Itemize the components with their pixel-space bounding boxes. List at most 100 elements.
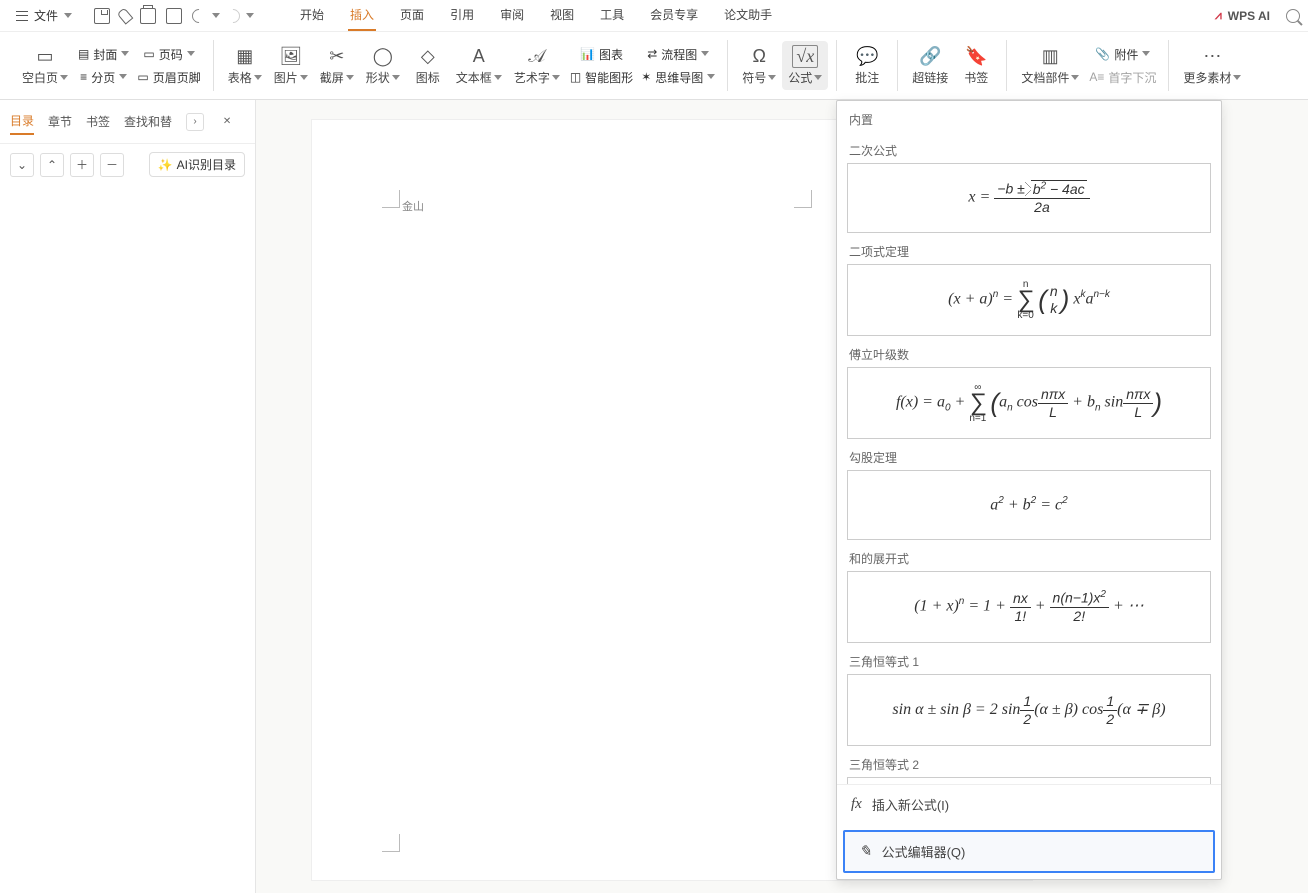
hyperlink-button[interactable]: 🔗超链接: [906, 41, 954, 90]
flowchart-button[interactable]: ⇄ 流程图: [637, 44, 719, 65]
tab-tools[interactable]: 工具: [598, 0, 626, 31]
header-footer-button[interactable]: ▭页眉页脚: [133, 67, 204, 88]
screenshot-button[interactable]: ✂截屏: [314, 41, 360, 90]
save-icon[interactable]: [94, 8, 110, 24]
equation-dropdown: 内置 二次公式 x = −b ± b2 − 4ac2a 二项式定理 (x + a…: [836, 100, 1222, 880]
table-button[interactable]: ▦表格: [222, 41, 268, 90]
equation-editor[interactable]: ✎ 公式编辑器(Q): [843, 830, 1215, 873]
chevron-down-icon: [707, 73, 715, 81]
editor-label: 公式编辑器(Q): [882, 842, 966, 861]
tab-thesis[interactable]: 论文助手: [722, 0, 774, 31]
chevron-down-icon: [187, 50, 195, 58]
bookmark-icon: 🔖: [965, 45, 987, 67]
equation-taylor[interactable]: (1 + x)n = 1 + nx1! + n(n−1)x22! + ⋯: [847, 571, 1211, 643]
equation-binomial[interactable]: (x + a)n = n∑k=0 (nk) xkan−k: [847, 264, 1211, 336]
more-icon: ⋯: [1201, 45, 1223, 67]
tab-page[interactable]: 页面: [398, 0, 426, 31]
equation-label: 三角恒等式 2: [847, 752, 1211, 777]
page-header-text: 金山: [402, 198, 424, 214]
blank-page-label: 空白页: [22, 69, 58, 86]
dropcap-button[interactable]: A≡首字下沉: [1085, 67, 1160, 88]
page-icon: ▭: [34, 45, 56, 67]
equation-trig2[interactable]: cos α + cos β = 2 cos12(α + β) cos12(α −…: [847, 777, 1211, 784]
page-number-button[interactable]: ▭页码: [133, 44, 204, 65]
docparts-button[interactable]: ▥ 文档部件: [1015, 41, 1085, 90]
ai-toc-button[interactable]: ✨ AI识别目录: [149, 152, 245, 177]
tab-view[interactable]: 视图: [548, 0, 576, 31]
equation-trig1[interactable]: sin α ± sin β = 2 sin12(α ± β) cos12(α ∓…: [847, 674, 1211, 746]
symbol-button[interactable]: Ω符号: [736, 41, 782, 90]
docparts-icon: ▥: [1039, 45, 1061, 67]
equation-label: 二次公式: [847, 138, 1211, 163]
equation-button[interactable]: √x公式: [782, 41, 828, 90]
sidetab-toc[interactable]: 目录: [10, 108, 34, 135]
tab-member[interactable]: 会员专享: [648, 0, 700, 31]
print-icon[interactable]: [140, 8, 156, 24]
cover-label: 封面: [93, 46, 117, 63]
redo-icon[interactable]: [223, 6, 243, 26]
pagenum-icon: ▭: [143, 47, 154, 61]
ribbon: ▭ 空白页 ▤封面 ≡分页 ▭页码 ▭页眉页脚 ▦表格 🖼图片 ✂截屏 ◯形状 …: [0, 32, 1308, 100]
tab-references[interactable]: 引用: [448, 0, 476, 31]
undo-icon[interactable]: [189, 6, 209, 26]
file-label: 文件: [34, 7, 58, 24]
equation-fourier[interactable]: f(x) = a0 + ∞∑n=1 (an cosnπxL + bn sinnπ…: [847, 367, 1211, 439]
section-icon: ≡: [80, 70, 87, 84]
hyperlink-label: 超链接: [912, 69, 948, 86]
menu-icon: [16, 11, 28, 21]
attachment-button[interactable]: 📎附件: [1085, 44, 1160, 65]
flowchart-icon: ⇄: [647, 47, 657, 61]
textbox-button[interactable]: A文本框: [450, 41, 508, 90]
picture-button[interactable]: 🖼图片: [268, 41, 314, 90]
equation-label: 傅立叶级数: [847, 342, 1211, 367]
add-button[interactable]: ＋: [70, 153, 94, 177]
side-toolbar: ⌄ ⌃ ＋ － ✨ AI识别目录: [0, 144, 255, 185]
chevron-down-icon: [814, 74, 822, 82]
equation-label: 二项式定理: [847, 239, 1211, 264]
wordart-icon: 𝒜: [526, 45, 548, 67]
flowchart-label: 流程图: [661, 46, 697, 63]
chevron-down-icon: [1142, 50, 1150, 58]
smartart-button[interactable]: ◫智能图形: [566, 67, 637, 88]
equation-label: 公式: [788, 69, 812, 86]
equation-pythagoras[interactable]: a2 + b2 = c2: [847, 470, 1211, 540]
equation-quadratic[interactable]: x = −b ± b2 − 4ac2a: [847, 163, 1211, 233]
collapse-down-button[interactable]: ⌄: [10, 153, 34, 177]
chart-button[interactable]: 📊图表: [566, 44, 637, 65]
sidetab-find[interactable]: 查找和替: [124, 109, 172, 134]
chevron-down-icon: [254, 74, 262, 82]
more-assets-button[interactable]: ⋯更多素材: [1177, 41, 1247, 90]
file-menu[interactable]: 文件: [8, 3, 80, 28]
shapes-label: 形状: [366, 69, 390, 86]
icons-button[interactable]: ◇图标: [406, 41, 450, 90]
pin-icon[interactable]: [117, 7, 134, 24]
tab-review[interactable]: 审阅: [498, 0, 526, 31]
wordart-button[interactable]: 𝒜艺术字: [508, 41, 566, 90]
sidetab-chapter[interactable]: 章节: [48, 109, 72, 134]
ribbon-tabs: 开始 插入 页面 引用 审阅 视图 工具 会员专享 论文助手: [298, 0, 774, 31]
sidetab-close[interactable]: ✕: [218, 113, 236, 131]
search-icon[interactable]: [1286, 9, 1300, 23]
print-preview-icon[interactable]: [166, 8, 182, 24]
insert-new-equation[interactable]: fx 插入新公式(I): [837, 785, 1221, 824]
shapes-button[interactable]: ◯形状: [360, 41, 406, 90]
remove-button[interactable]: －: [100, 153, 124, 177]
chevron-down-icon: [346, 74, 354, 82]
wps-ai-button[interactable]: ⩘ WPS AI: [1215, 8, 1270, 23]
section-button[interactable]: ≡分页: [74, 67, 133, 88]
chevron-down-icon[interactable]: [212, 12, 220, 20]
chevron-down-icon[interactable]: [246, 12, 254, 20]
equation-label: 和的展开式: [847, 546, 1211, 571]
sidetab-bookmark[interactable]: 书签: [86, 109, 110, 134]
comment-button[interactable]: 💬批注: [845, 41, 889, 90]
bookmark-button[interactable]: 🔖书签: [954, 41, 998, 90]
docparts-label: 文档部件: [1021, 69, 1069, 86]
blank-page-button[interactable]: ▭ 空白页: [16, 41, 74, 90]
sidetab-next[interactable]: ›: [186, 113, 204, 131]
tab-start[interactable]: 开始: [298, 0, 326, 31]
cover-button[interactable]: ▤封面: [74, 44, 133, 65]
hf-label: 页眉页脚: [153, 69, 201, 86]
tab-insert[interactable]: 插入: [348, 0, 376, 31]
mindmap-button[interactable]: ✶思维导图: [637, 67, 719, 88]
collapse-up-button[interactable]: ⌃: [40, 153, 64, 177]
